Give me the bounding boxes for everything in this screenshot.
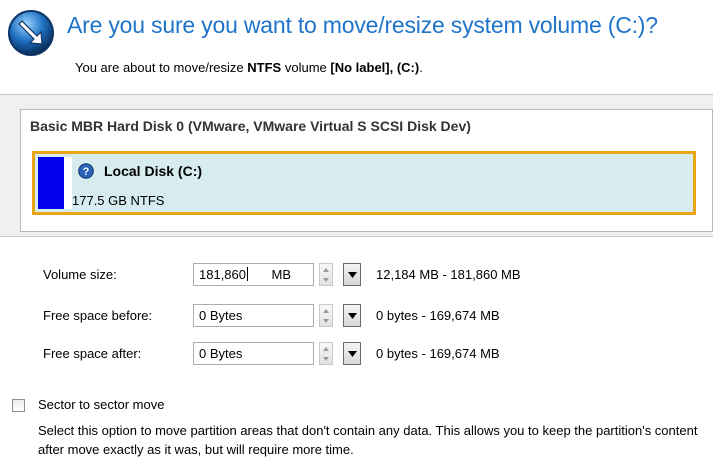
free-after-spinner[interactable] bbox=[319, 342, 333, 365]
disk-name: Basic MBR Hard Disk 0 (VMware, VMware Vi… bbox=[30, 118, 471, 134]
free-before-spinner[interactable] bbox=[319, 304, 333, 327]
free-before-input[interactable]: 0 Bytes bbox=[193, 304, 314, 327]
partition-label: Local Disk (C:) bbox=[104, 163, 203, 179]
partition-usage-bar bbox=[38, 157, 66, 209]
sector-move-checkbox[interactable] bbox=[12, 399, 25, 412]
partition-free-bar bbox=[64, 157, 72, 209]
volume-size-range: 12,184 MB - 181,860 MB bbox=[376, 267, 521, 282]
chevron-down-icon bbox=[348, 351, 357, 357]
chevron-down-icon bbox=[348, 313, 357, 319]
free-after-unit-dropdown[interactable] bbox=[343, 342, 361, 365]
free-before-label: Free space before: bbox=[43, 308, 153, 323]
wizard-arrow-icon bbox=[8, 10, 54, 56]
volume-size-spinner[interactable] bbox=[319, 263, 333, 286]
help-icon: ? bbox=[78, 163, 94, 179]
free-after-label: Free space after: bbox=[43, 346, 142, 361]
free-after-range: 0 bytes - 169,674 MB bbox=[376, 346, 500, 361]
sector-move-label[interactable]: Sector to sector move bbox=[38, 397, 164, 412]
page-title: Are you sure you want to move/resize sys… bbox=[67, 12, 658, 38]
volume-size-unit-dropdown[interactable] bbox=[343, 263, 361, 286]
chevron-down-icon bbox=[348, 272, 357, 278]
sector-move-description: Select this option to move partition are… bbox=[38, 423, 698, 457]
free-after-input[interactable]: 0 Bytes bbox=[193, 342, 314, 365]
page-subtitle: You are about to move/resize NTFS volume… bbox=[75, 60, 423, 75]
free-before-range: 0 bytes - 169,674 MB bbox=[376, 308, 500, 323]
volume-size-input[interactable]: 181,860 MB bbox=[193, 263, 314, 286]
partition-size: 177.5 GB NTFS bbox=[72, 193, 165, 208]
volume-size-label: Volume size: bbox=[43, 267, 117, 282]
free-before-unit-dropdown[interactable] bbox=[343, 304, 361, 327]
svg-text:?: ? bbox=[83, 166, 90, 178]
